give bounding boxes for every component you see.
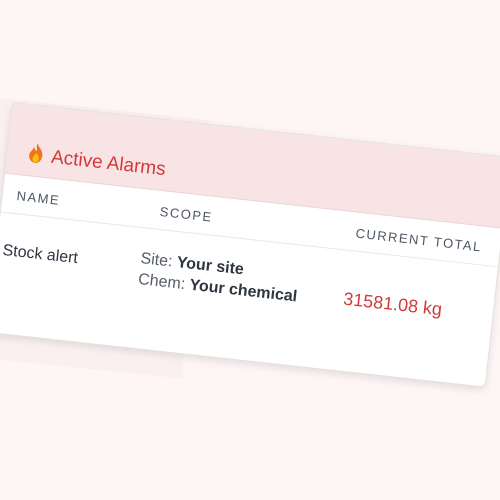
alarm-name: Stock alert [1, 241, 79, 268]
column-header-name: NAME [15, 188, 61, 208]
panel-header: Active Alarms [5, 103, 500, 229]
scope-chem-label: Chem: [137, 270, 187, 294]
scope-site-label: Site: [139, 250, 174, 271]
column-header-current-total: CURRENT TOTAL [354, 225, 483, 255]
fire-icon [26, 141, 46, 165]
column-header-scope: SCOPE [159, 203, 214, 225]
current-total-value: 31581.08 kg [342, 288, 444, 320]
scope-chem-value: Your chemical [188, 276, 299, 306]
scope-site-value: Your site [175, 254, 245, 279]
panel-title: Active Alarms [26, 141, 167, 181]
panel-title-text: Active Alarms [50, 146, 167, 181]
page-background: Active Alarms NAME SCOPE CURRENT TOTAL S… [0, 0, 500, 500]
